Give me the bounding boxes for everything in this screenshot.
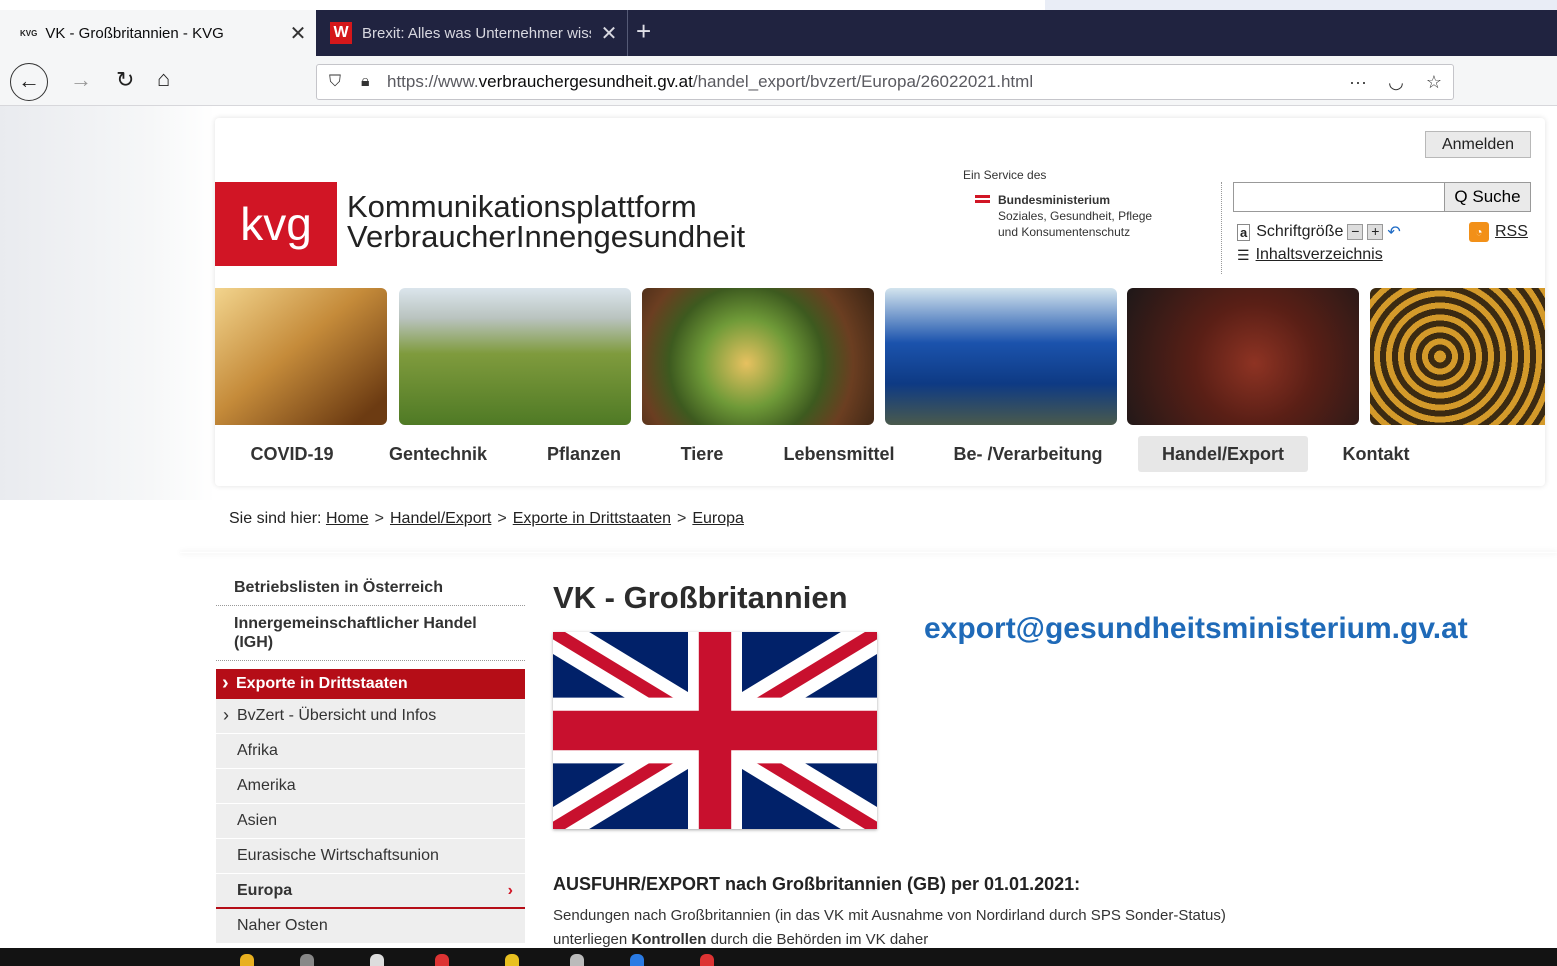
reload-button[interactable]: ↻ [116, 67, 134, 93]
address-bar[interactable]: ⛉ 🔒︎ https://www.verbrauchergesundheit.g… [316, 64, 1454, 100]
content-divider [180, 552, 1557, 553]
rss-link[interactable]: RSS [1495, 223, 1528, 241]
breadcrumb: Sie sind hier: Home > Handel/Export > Export… [229, 510, 744, 528]
divider [1221, 182, 1222, 274]
app-icon[interactable] [630, 954, 644, 966]
breadcrumb-europa[interactable]: Europa [692, 510, 744, 527]
export-paragraph: Sendungen nach Großbritannien (in das VK… [553, 907, 1226, 948]
breadcrumb-handel-export[interactable]: Handel/Export [390, 510, 491, 527]
breadcrumb-home[interactable]: Home [326, 510, 369, 527]
nav-covid19[interactable]: COVID-19 [237, 436, 347, 472]
lock-icon[interactable]: 🔒︎ [361, 73, 387, 91]
tab-brexit[interactable]: W Brexit: Alles was Unternehmer wissen ✕ [318, 10, 628, 56]
home-button[interactable]: ⌂ [157, 66, 170, 92]
app-icon[interactable] [570, 954, 584, 966]
nav-handel-export[interactable]: Handel/Export [1138, 436, 1308, 472]
desktop-background-strip [1045, 0, 1557, 10]
breadcrumb-prefix: Sie sind hier: [229, 510, 322, 527]
font-size-label: Schriftgröße [1256, 223, 1344, 240]
kvg-logo[interactable]: kvg [215, 182, 337, 266]
sidebar-item-amerika[interactable]: Amerika [216, 769, 525, 804]
search-button[interactable]: Q Suche [1445, 182, 1531, 212]
sidebar-item-asien[interactable]: Asien [216, 804, 525, 839]
sidebar-item-exporte-drittstaaten[interactable]: Exporte in Drittstaaten [216, 668, 525, 699]
main-navigation: COVID-19 Gentechnik Pflanzen Tiere Leben… [215, 436, 1545, 474]
login-button[interactable]: Anmelden [1425, 131, 1531, 158]
nav-verarbeitung[interactable]: Be- /Verarbeitung [943, 436, 1113, 472]
banner-bees-image[interactable] [1370, 288, 1545, 425]
forward-button[interactable]: → [70, 67, 92, 93]
breadcrumb-separator: > [374, 510, 384, 527]
banner-meat-image[interactable] [1127, 288, 1359, 425]
nav-pflanzen[interactable]: Pflanzen [533, 436, 635, 472]
service-of-label: Ein Service des [963, 168, 1047, 182]
sidebar-item-bvzert[interactable]: BvZert - Übersicht und Infos [216, 698, 525, 734]
sidebar-item-naher-osten[interactable]: Naher Osten [216, 909, 525, 944]
app-icon[interactable] [505, 954, 519, 966]
font-size-controls: a Schriftgröße − + ↶ [1237, 222, 1401, 242]
sidebar-item-europa[interactable]: Europa › [216, 874, 525, 909]
close-tab-icon[interactable]: ✕ [591, 21, 627, 46]
nav-tiere[interactable]: Tiere [667, 436, 737, 472]
rss-icon[interactable]: ◔ [1469, 222, 1489, 242]
close-tab-icon[interactable]: ✕ [280, 21, 316, 46]
rss-row: ◔ RSS [1469, 222, 1528, 242]
w-favicon-icon: W [330, 22, 352, 44]
sidebar-item-betriebslisten[interactable]: Betriebslisten in Österreich [216, 570, 525, 606]
site-header: Anmelden kvg Kommunikationsplattform Ver… [215, 118, 1545, 486]
breadcrumb-separator: > [677, 510, 687, 527]
url-text[interactable]: https://www.verbrauchergesundheit.gv.at/… [387, 72, 1339, 92]
index-link-row: ☰ Inhaltsverzeichnis [1237, 246, 1383, 264]
email-link[interactable]: export@gesundheitsministerium.gv.at [924, 612, 1468, 646]
page-title: VK - Großbritannien [553, 580, 848, 615]
austria-flag-icon [975, 195, 990, 203]
font-decrease-button[interactable]: − [1347, 224, 1364, 240]
chevron-right-icon: › [507, 882, 513, 899]
nav-kontakt[interactable]: Kontakt [1331, 436, 1421, 472]
os-taskbar [0, 948, 1557, 966]
site-title[interactable]: Kommunikationsplattform VerbraucherInnen… [347, 191, 745, 252]
navigation-toolbar: ← → ↻ ⌂ ⛉ 🔒︎ https://www.verbrauchergesu… [0, 56, 1557, 106]
tab-title: VK - Großbritannien - KVG [45, 24, 224, 42]
uk-flag-image [553, 632, 877, 829]
new-tab-button[interactable]: + [636, 16, 651, 47]
sidebar-item-eurasische-wirtschaftsunion[interactable]: Eurasische Wirtschaftsunion [216, 839, 525, 874]
nav-gentechnik[interactable]: Gentechnik [378, 436, 498, 472]
sidebar-item-afrika[interactable]: Afrika [216, 734, 525, 769]
page-left-margin [0, 100, 215, 500]
folder-icon[interactable] [240, 954, 254, 966]
banner-wheat-image[interactable] [215, 288, 387, 425]
font-size-icon: a [1237, 223, 1251, 241]
tab-kvg[interactable]: KVG VK - Großbritannien - KVG ✕ [0, 10, 316, 56]
document-icon[interactable] [370, 954, 384, 966]
browser-icon[interactable] [435, 954, 449, 966]
font-reset-icon[interactable]: ↶ [1387, 222, 1400, 242]
tab-bar: KVG VK - Großbritannien - KVG ✕ W Brexit… [0, 10, 1557, 56]
bookmark-star-icon[interactable]: ☆ [1415, 72, 1453, 93]
export-heading: AUSFUHR/EXPORT nach Großbritannien (GB) … [553, 874, 1081, 894]
sidebar-item-igh[interactable]: Innergemeinschaftlicher Handel (IGH) [216, 606, 525, 661]
back-button[interactable]: ← [10, 63, 48, 101]
nav-lebensmittel[interactable]: Lebensmittel [775, 436, 903, 472]
kvg-favicon-icon: KVG [20, 28, 38, 38]
font-increase-button[interactable]: + [1367, 224, 1384, 240]
search-input[interactable] [1233, 182, 1445, 212]
sidebar: Betriebslisten in Österreich Innergemein… [216, 570, 525, 944]
index-link[interactable]: Inhaltsverzeichnis [1256, 246, 1383, 264]
banner-truck-image[interactable] [885, 288, 1117, 425]
banner-cows-image[interactable] [399, 288, 631, 425]
list-icon: ☰ [1237, 246, 1250, 263]
pocket-icon[interactable]: ◡ [1377, 72, 1415, 93]
app-icon[interactable] [700, 954, 714, 966]
ministry-logo[interactable]: Bundesministerium Soziales, Gesundheit, … [998, 192, 1152, 240]
banner-salad-image[interactable] [642, 288, 874, 425]
page-actions-button[interactable]: ··· [1339, 72, 1377, 93]
app-icon[interactable] [300, 954, 314, 966]
breadcrumb-drittstaaten[interactable]: Exporte in Drittstaaten [513, 510, 671, 527]
tab-title: Brexit: Alles was Unternehmer wissen [362, 24, 591, 42]
shield-icon[interactable]: ⛉ [329, 73, 353, 91]
breadcrumb-separator: > [497, 510, 507, 527]
